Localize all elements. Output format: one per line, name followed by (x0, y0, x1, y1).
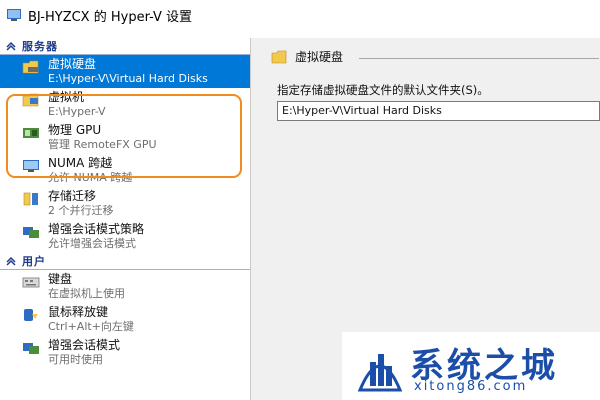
nav-item-label: 物理 GPU (48, 123, 102, 137)
nav-item-label: 虚拟机 (48, 90, 85, 104)
numa-icon (23, 160, 39, 172)
enhanced-session-policy-icon (23, 227, 39, 238)
nav-item-label: 增强会话模式 (48, 338, 121, 352)
nav-item-detail: 允许 NUMA 跨越 (48, 171, 133, 184)
storage-migration-icon (23, 192, 38, 206)
section-label: 服务器 (22, 40, 58, 53)
watermark: 系统之城 xitong86.com (342, 332, 600, 400)
nav-item-label: 键盘 (48, 272, 73, 286)
section-header-user[interactable]: 用户 (0, 253, 250, 270)
nav-item-label: 存储迁移 (48, 189, 97, 203)
nav-item-label: 虚拟硬盘 (48, 57, 97, 71)
virtual-machine-folder-icon (22, 93, 39, 107)
nav-item-label: 鼠标释放键 (48, 305, 109, 319)
nav-item-virtual-hard-disks[interactable]: 虚拟硬盘 E:\Hyper-V\Virtual Hard Disks (0, 55, 250, 88)
nav-item-mouse-release-key[interactable]: 鼠标释放键 Ctrl+Alt+向左键 (0, 303, 250, 336)
panel-header: 虚拟硬盘 (271, 48, 343, 65)
collapse-chevron-icon (6, 256, 16, 266)
city-logo-icon (357, 354, 403, 392)
title-bar: BJ-HYZCX 的 Hyper-V 设置 (0, 0, 600, 30)
enhanced-session-icon (23, 343, 39, 354)
keyboard-icon (22, 277, 40, 288)
hyper-v-app-icon (7, 9, 21, 21)
settings-nav-pane: 服务器 虚拟硬盘 E:\Hyper-V\Virtual Hard Disks 虚… (0, 38, 251, 400)
nav-item-storage-migration[interactable]: 存储迁移 2 个并行迁移 (0, 187, 250, 220)
collapse-chevron-icon (6, 41, 16, 51)
nav-item-enhanced-session-mode[interactable]: 增强会话模式 可用时使用 (0, 336, 250, 369)
nav-item-detail: 2 个并行迁移 (48, 204, 114, 217)
nav-item-keyboard[interactable]: 键盘 在虚拟机上使用 (0, 270, 250, 303)
hard-disk-folder-icon (271, 50, 287, 63)
window-title: BJ-HYZCX 的 Hyper-V 设置 (28, 9, 193, 25)
panel-title: 虚拟硬盘 (295, 50, 344, 64)
nav-item-numa-spanning[interactable]: NUMA 跨越 允许 NUMA 跨越 (0, 154, 250, 187)
nav-item-detail: 管理 RemoteFX GPU (48, 138, 157, 151)
nav-item-detail: 在虚拟机上使用 (48, 287, 125, 300)
nav-item-detail: 允许增强会话模式 (48, 237, 136, 250)
nav-item-detail: 可用时使用 (48, 353, 103, 366)
gpu-icon (23, 128, 39, 138)
nav-item-label: NUMA 跨越 (48, 156, 113, 170)
nav-item-enhanced-session-policy[interactable]: 增强会话模式策略 允许增强会话模式 (0, 220, 250, 253)
watermark-url: xitong86.com (414, 379, 528, 394)
section-label: 用户 (22, 255, 46, 268)
default-folder-field[interactable]: E:\Hyper-V\Virtual Hard Disks (277, 101, 600, 121)
section-header-server[interactable]: 服务器 (0, 38, 250, 55)
nav-item-label: 增强会话模式策略 (48, 222, 145, 236)
nav-item-virtual-machines[interactable]: 虚拟机 E:\Hyper-V (0, 88, 250, 121)
mouse-icon (24, 309, 38, 321)
nav-item-detail: Ctrl+Alt+向左键 (48, 320, 134, 333)
hard-disk-folder-icon (22, 60, 39, 74)
nav-item-detail: E:\Hyper-V\Virtual Hard Disks (48, 72, 208, 85)
panel-divider (359, 58, 599, 59)
nav-item-detail: E:\Hyper-V (48, 105, 106, 118)
nav-item-physical-gpu[interactable]: 物理 GPU 管理 RemoteFX GPU (0, 121, 250, 154)
folder-description: 指定存储虚拟硬盘文件的默认文件夹(S)。 (277, 83, 489, 97)
